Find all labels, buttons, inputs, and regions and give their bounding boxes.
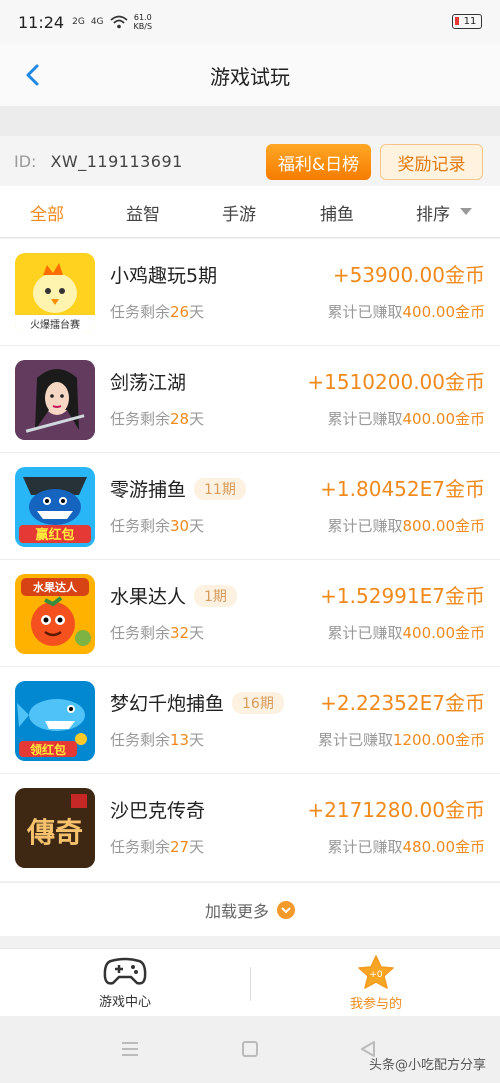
tab-sort[interactable]: 排序 <box>416 200 450 225</box>
tab-puzzle[interactable]: 益智 <box>126 200 160 225</box>
shark-game-icon: 赢红包 <box>15 467 95 547</box>
earned-total: 累计已赚取400.00金币 <box>327 303 485 321</box>
earned-total: 累计已赚取480.00金币 <box>327 838 485 856</box>
welfare-ranking-button[interactable]: 福利&日榜 <box>266 144 371 180</box>
gamepad-icon <box>103 957 147 985</box>
game-list-item[interactable]: 傳奇 沙巴克传奇 任务剩余27天 +2171280.00金币 累计已赚取480.… <box>0 774 500 881</box>
star-icon: +0 <box>358 955 394 989</box>
period-badge: 11期 <box>194 478 246 500</box>
game-name: 沙巴克传奇 <box>110 800 206 822</box>
remaining-days: 任务剩余13天 <box>110 731 205 749</box>
status-time: 11:24 <box>18 12 65 32</box>
icon-caption: 领红包 <box>30 742 66 757</box>
reward-amount: +2171280.00金币 <box>307 798 485 822</box>
speed-value: 61.0 <box>133 13 152 22</box>
battery-icon: 11 <box>452 14 482 29</box>
icon-caption: 赢红包 <box>35 527 74 543</box>
signal-2g: 2G <box>72 17 85 27</box>
watermark: 头条@小吃配方分享 <box>368 1058 486 1073</box>
nav-bar: 游戏试玩 <box>0 44 500 106</box>
load-more-button[interactable]: 加载更多 <box>0 882 500 936</box>
section-divider <box>0 106 500 136</box>
network-speed: 61.0 KB/S <box>134 13 153 31</box>
signal-4g: 4G <box>90 17 104 27</box>
reward-record-button[interactable]: 奖励记录 <box>380 144 483 180</box>
wifi-icon <box>109 15 128 29</box>
game-name: 梦幻千炮捕鱼 16期 <box>110 689 284 716</box>
id-value: XW_119113691 <box>50 151 183 171</box>
speed-unit: KB/S <box>133 22 153 31</box>
battery-level: 11 <box>463 16 477 27</box>
earned-total: 累计已赚取800.00金币 <box>327 517 485 535</box>
chick-game-icon: 火爆擂台赛 <box>15 253 95 333</box>
reward-amount: +2.22352E7金币 <box>320 691 485 715</box>
remaining-days: 任务剩余32天 <box>110 624 205 642</box>
legend-game-icon: 傳奇 <box>15 788 95 868</box>
page-title: 游戏试玩 <box>210 64 290 89</box>
tab-label: 我参与的 <box>349 997 402 1012</box>
tab-all[interactable]: 全部 <box>30 200 64 225</box>
game-list-item[interactable]: 水果达人 水果达人 1期 任务剩余32天 +1.52991E7金币 累计已赚取40… <box>0 560 500 667</box>
remaining-days: 任务剩余30天 <box>110 517 205 535</box>
earned-total: 累计已赚取400.00金币 <box>327 410 485 428</box>
icon-caption: 火爆擂台赛 <box>30 318 80 331</box>
home-icon[interactable] <box>240 1040 260 1058</box>
tab-label: 游戏中心 <box>98 995 151 1010</box>
reward-amount: +1.52991E7金币 <box>320 584 485 608</box>
remaining-days: 任务剩余26天 <box>110 303 205 321</box>
fruit-game-icon: 水果达人 <box>15 574 95 654</box>
id-label: ID: <box>14 151 37 171</box>
game-list-item[interactable]: 剑荡江湖 任务剩余28天 +1510200.00金币 累计已赚取400.00金币 <box>0 346 500 453</box>
category-tabs: 全部 益智 手游 捕鱼 排序 <box>0 186 500 238</box>
tab-divider <box>250 967 251 1001</box>
icon-caption: 傳奇 <box>26 816 83 849</box>
game-name: 水果达人 1期 <box>110 582 237 609</box>
load-more-label: 加载更多 <box>204 901 269 921</box>
svg-text:+0: +0 <box>369 970 383 980</box>
game-name: 零游捕鱼 11期 <box>110 475 246 502</box>
game-name: 剑荡江湖 <box>110 372 187 394</box>
period-badge: 1期 <box>194 585 237 607</box>
remaining-days: 任务剩余28天 <box>110 410 205 428</box>
tab-game-center[interactable]: 游戏中心 <box>65 955 185 1010</box>
game-name: 小鸡趣玩5期 <box>110 265 218 287</box>
status-bar: 11:24 2G 4G 61.0 KB/S 11 <box>0 0 500 44</box>
game-list-item[interactable]: 火爆擂台赛 小鸡趣玩5期 任务剩余26天 +53900.00金币 累计已赚取40… <box>0 239 500 346</box>
swordswoman-game-icon <box>15 360 95 440</box>
earned-total: 累计已赚取1200.00金币 <box>317 731 485 749</box>
fish-game-icon: 领红包 <box>15 681 95 761</box>
icon-caption: 水果达人 <box>33 580 78 594</box>
game-list-item[interactable]: 赢红包 零游捕鱼 11期 任务剩余30天 +1.80452E7金币 累计已赚取80… <box>0 453 500 560</box>
tab-fishing[interactable]: 捕鱼 <box>320 200 354 225</box>
remaining-days: 任务剩余27天 <box>110 838 205 856</box>
earned-total: 累计已赚取400.00金币 <box>327 624 485 642</box>
period-badge: 16期 <box>232 692 284 714</box>
sort-dropdown-icon[interactable] <box>460 208 472 215</box>
chevron-down-icon <box>277 900 295 919</box>
reward-amount: +1.80452E7金币 <box>320 477 485 501</box>
tab-my-participation[interactable]: +0 我参与的 <box>316 955 436 1012</box>
back-arrow-icon[interactable] <box>20 60 46 90</box>
section-divider <box>0 936 500 948</box>
game-list-item[interactable]: 领红包 梦幻千炮捕鱼 16期 任务剩余13天 +2.22352E7金币 累计已赚取… <box>0 667 500 774</box>
bottom-tab-bar: 游戏中心 +0 我参与的 <box>0 948 500 1016</box>
reward-amount: +1510200.00金币 <box>307 370 485 394</box>
tab-mobile[interactable]: 手游 <box>222 200 256 225</box>
game-list: 火爆擂台赛 小鸡趣玩5期 任务剩余26天 +53900.00金币 累计已赚取40… <box>0 239 500 881</box>
reward-amount: +53900.00金币 <box>332 263 485 287</box>
menu-icon[interactable] <box>120 1040 140 1058</box>
